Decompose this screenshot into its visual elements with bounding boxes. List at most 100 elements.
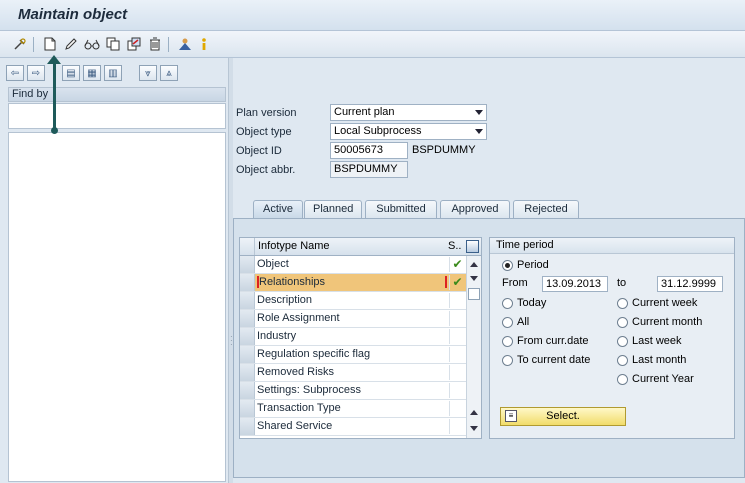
status-cell: [449, 293, 465, 308]
column-header-status[interactable]: S..: [448, 240, 461, 252]
last-month-label: Last month: [632, 354, 687, 366]
row-selector[interactable]: [240, 256, 255, 273]
infotype-name: Role Assignment: [257, 312, 340, 324]
forward-arrow-icon[interactable]: ⇨: [27, 65, 45, 81]
row-selector[interactable]: [240, 382, 255, 399]
row-selector[interactable]: [240, 418, 255, 435]
create-icon[interactable]: [42, 36, 58, 52]
infotype-name: Transaction Type: [257, 402, 341, 414]
row-selector[interactable]: [240, 328, 255, 345]
scroll-thumb[interactable]: [468, 288, 480, 300]
title-bar: Maintain object: [0, 0, 745, 31]
scroll-up-icon[interactable]: [470, 262, 478, 267]
infotype-name: Relationships: [257, 276, 447, 288]
infotype-name: Regulation specific flag: [257, 348, 371, 360]
page-down-icon[interactable]: [470, 426, 478, 431]
application-toolbar: [0, 31, 745, 58]
status-cell: [449, 383, 465, 398]
expand-icon[interactable]: ▦: [83, 65, 101, 81]
checkmark-icon: ✔: [449, 257, 465, 272]
table-row[interactable]: Regulation specific flag: [240, 346, 466, 364]
status-cell: [449, 365, 465, 380]
table-row[interactable]: Relationships ✔: [240, 274, 466, 292]
navigation-pane: ⇦ ⇨ ▤ ▦ ▥ ⩔ ⩓ Find by .....: [0, 58, 229, 483]
table-settings-icon[interactable]: [466, 240, 479, 253]
today-radio[interactable]: Today: [502, 296, 546, 310]
row-selector[interactable]: [240, 274, 255, 291]
object-id-field[interactable]: 50005673: [330, 142, 408, 159]
filter-up-icon[interactable]: ⩓: [160, 65, 178, 81]
row-selector[interactable]: [240, 400, 255, 417]
table-row[interactable]: Removed Risks: [240, 364, 466, 382]
scroll-down-icon[interactable]: [470, 276, 478, 281]
table-scrollbar[interactable]: [466, 256, 481, 438]
column-header-infotype-name[interactable]: Infotype Name: [258, 240, 330, 252]
to-date-field[interactable]: 31.12.9999: [657, 276, 723, 292]
object-abbr-label: Object abbr.: [236, 164, 296, 176]
table-row[interactable]: Description: [240, 292, 466, 310]
glasses-icon[interactable]: [84, 36, 100, 52]
plan-version-select[interactable]: Current plan: [330, 104, 487, 121]
row-selector[interactable]: [240, 346, 255, 363]
info-icon[interactable]: [196, 36, 212, 52]
layout-icon[interactable]: ▥: [104, 65, 122, 81]
delete-icon[interactable]: [147, 36, 163, 52]
current-month-label: Current month: [632, 316, 703, 328]
copy-icon[interactable]: [105, 36, 121, 52]
last-month-radio[interactable]: Last month: [617, 353, 686, 367]
status-cell: [449, 329, 465, 344]
to-current-date-radio[interactable]: To current date: [502, 353, 590, 367]
tab-approved[interactable]: Approved: [440, 200, 510, 218]
tab-rejected[interactable]: Rejected: [513, 200, 579, 218]
plan-version-label: Plan version: [236, 107, 297, 119]
page-up-icon[interactable]: [470, 410, 478, 415]
infotype-table: Infotype Name S.. Object ✔ Relationships ✔…: [239, 237, 482, 439]
back-arrow-icon[interactable]: ⇦: [6, 65, 24, 81]
from-date-field[interactable]: 13.09.2013: [542, 276, 608, 292]
infotype-name: Object: [257, 258, 289, 270]
row-selector[interactable]: [240, 310, 255, 327]
table-row[interactable]: Transaction Type: [240, 400, 466, 418]
object-abbr-field[interactable]: BSPDUMMY: [330, 161, 408, 178]
gear-icon[interactable]: [12, 36, 28, 52]
delimit-icon[interactable]: [126, 36, 142, 52]
all-radio-label: All: [517, 316, 530, 328]
row-selector[interactable]: [240, 292, 255, 309]
person-icon[interactable]: [177, 36, 193, 52]
table-row[interactable]: Shared Service: [240, 418, 466, 436]
from-current-date-radio[interactable]: From curr.date: [502, 334, 589, 348]
current-year-label: Current Year: [632, 373, 694, 385]
current-year-radio[interactable]: Current Year: [617, 372, 694, 386]
row-selector[interactable]: [240, 364, 255, 381]
select-button[interactable]: ≡ Select.: [500, 407, 626, 426]
object-type-select[interactable]: Local Subprocess: [330, 123, 487, 140]
table-row[interactable]: Settings: Subprocess: [240, 382, 466, 400]
object-tree[interactable]: [8, 132, 226, 482]
tab-submitted[interactable]: Submitted: [365, 200, 437, 218]
period-radio-label: Period: [517, 259, 549, 271]
time-period-title: Time period: [490, 238, 734, 254]
last-week-radio[interactable]: Last week: [617, 334, 682, 348]
collapse-icon[interactable]: ▤: [62, 65, 80, 81]
object-type-label: Object type: [236, 126, 292, 138]
all-radio[interactable]: All: [502, 315, 529, 329]
select-all-cell[interactable]: [240, 238, 255, 255]
infotype-name: Removed Risks: [257, 366, 335, 378]
table-row[interactable]: Role Assignment: [240, 310, 466, 328]
status-cell: [449, 347, 465, 362]
current-month-radio[interactable]: Current month: [617, 315, 702, 329]
pencil-icon[interactable]: [63, 36, 79, 52]
status-cell: [449, 311, 465, 326]
table-row[interactable]: Object ✔: [240, 256, 466, 274]
chevron-down-icon[interactable]: [475, 110, 483, 115]
current-week-radio[interactable]: Current week: [617, 296, 697, 310]
execute-icon: ≡: [505, 410, 517, 422]
find-by-header[interactable]: Find by: [8, 87, 226, 102]
table-row[interactable]: Industry: [240, 328, 466, 346]
period-radio[interactable]: Period: [502, 258, 549, 272]
plan-version-value: Current plan: [334, 106, 395, 118]
chevron-down-icon[interactable]: [475, 129, 483, 134]
filter-down-icon[interactable]: ⩔: [139, 65, 157, 81]
tab-active[interactable]: Active: [253, 200, 303, 218]
tab-planned[interactable]: Planned: [304, 200, 362, 218]
